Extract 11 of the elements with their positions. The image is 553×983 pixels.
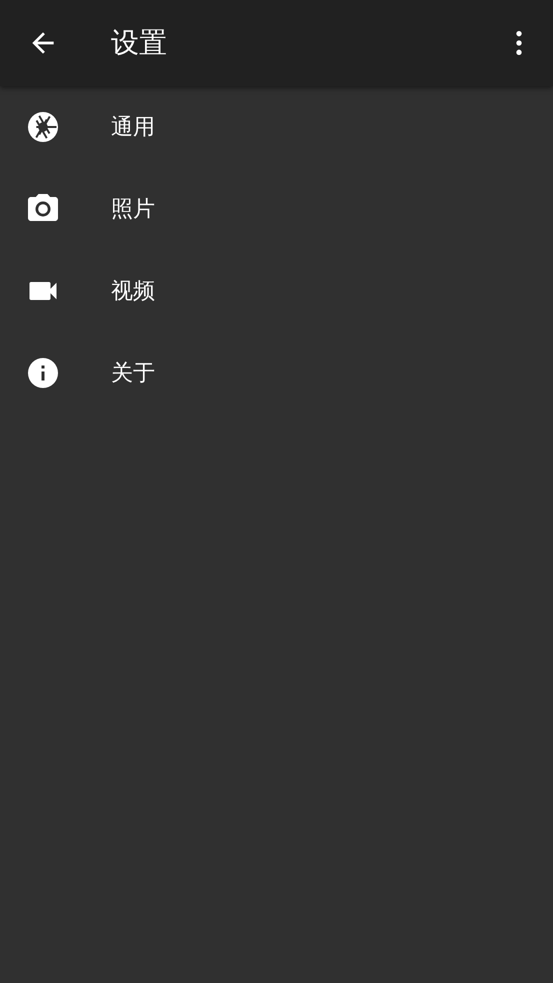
settings-item[interactable]: 关于: [0, 332, 553, 414]
settings-item[interactable]: 视频: [0, 250, 553, 332]
settings-item[interactable]: 照片: [0, 168, 553, 250]
item-label: 关于: [111, 360, 155, 388]
item-label: 照片: [111, 196, 155, 224]
page-title: 设置: [111, 25, 168, 61]
item-label: 视频: [111, 278, 155, 306]
item-label: 通用: [111, 114, 155, 142]
aperture-icon: [25, 109, 61, 145]
info-icon: [25, 355, 61, 391]
settings-item[interactable]: 通用: [0, 86, 553, 168]
